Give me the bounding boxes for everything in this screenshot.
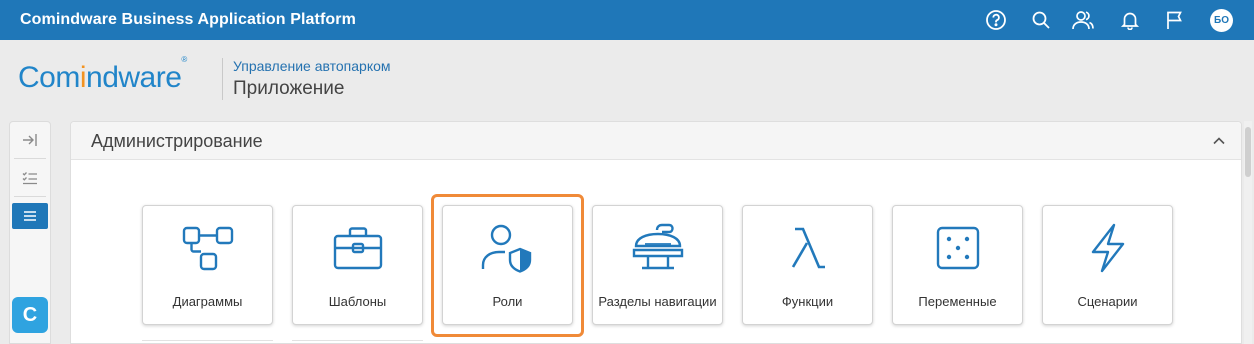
tile-functions[interactable]: Функции: [742, 205, 873, 325]
users-icon[interactable]: [1071, 8, 1095, 32]
lightning-icon: [1043, 220, 1172, 276]
panel-title: Администрирование: [91, 131, 263, 151]
checklist-icon[interactable]: [11, 165, 49, 191]
tile-label: Сценарии: [1077, 294, 1138, 309]
help-icon[interactable]: [984, 8, 1008, 32]
panel-header[interactable]: Администрирование: [71, 122, 1241, 160]
sidebar-divider: [14, 158, 46, 159]
tile-label: Роли: [492, 294, 523, 309]
platform-logo[interactable]: C: [12, 297, 48, 333]
header-divider: [222, 58, 223, 100]
search-icon[interactable]: [1029, 8, 1053, 32]
user-shield-icon: [443, 220, 572, 276]
tile-navigation-sections[interactable]: Разделы навигации: [592, 205, 723, 325]
tile-label: Шаблоны: [328, 294, 387, 309]
next-row-tile: [142, 340, 273, 344]
tile-roles[interactable]: Роли: [442, 205, 573, 325]
sidebar-divider: [14, 196, 46, 197]
tile-templates[interactable]: Шаблоны: [292, 205, 423, 325]
tile-label: Разделы навигации: [598, 294, 717, 309]
briefcase-icon: [293, 220, 422, 276]
tile-variables[interactable]: Переменные: [892, 205, 1023, 325]
tile-diagrams[interactable]: Диаграммы: [142, 205, 273, 325]
tile-label: Функции: [781, 294, 834, 309]
bell-icon[interactable]: [1118, 8, 1142, 32]
scrollbar[interactable]: [1244, 121, 1252, 344]
next-row-tile: [292, 340, 423, 344]
scrollbar-thumb[interactable]: [1245, 127, 1251, 177]
navigation-panel-icon: [593, 220, 722, 276]
chevron-up-icon[interactable]: [1211, 133, 1227, 149]
left-sidebar: C: [9, 121, 51, 344]
menu-icon[interactable]: [12, 203, 48, 229]
expand-sidebar-icon[interactable]: [11, 127, 49, 153]
breadcrumb-app-link[interactable]: Управление автопарком: [233, 58, 391, 74]
tile-label: Диаграммы: [172, 294, 243, 309]
page-title: Приложение: [233, 78, 345, 99]
user-avatar[interactable]: БО: [1210, 9, 1233, 32]
comindware-logo[interactable]: Comindware®: [18, 55, 187, 95]
top-bar: Comindware Business Application Platform…: [0, 0, 1254, 40]
tile-label: Переменные: [918, 294, 997, 309]
diagram-icon: [143, 220, 272, 276]
flag-icon[interactable]: [1162, 8, 1186, 32]
app-title: Comindware Business Application Platform: [20, 11, 356, 28]
tile-scenarios[interactable]: Сценарии: [1042, 205, 1173, 325]
dice-icon: [893, 220, 1022, 276]
lambda-icon: [743, 220, 872, 276]
